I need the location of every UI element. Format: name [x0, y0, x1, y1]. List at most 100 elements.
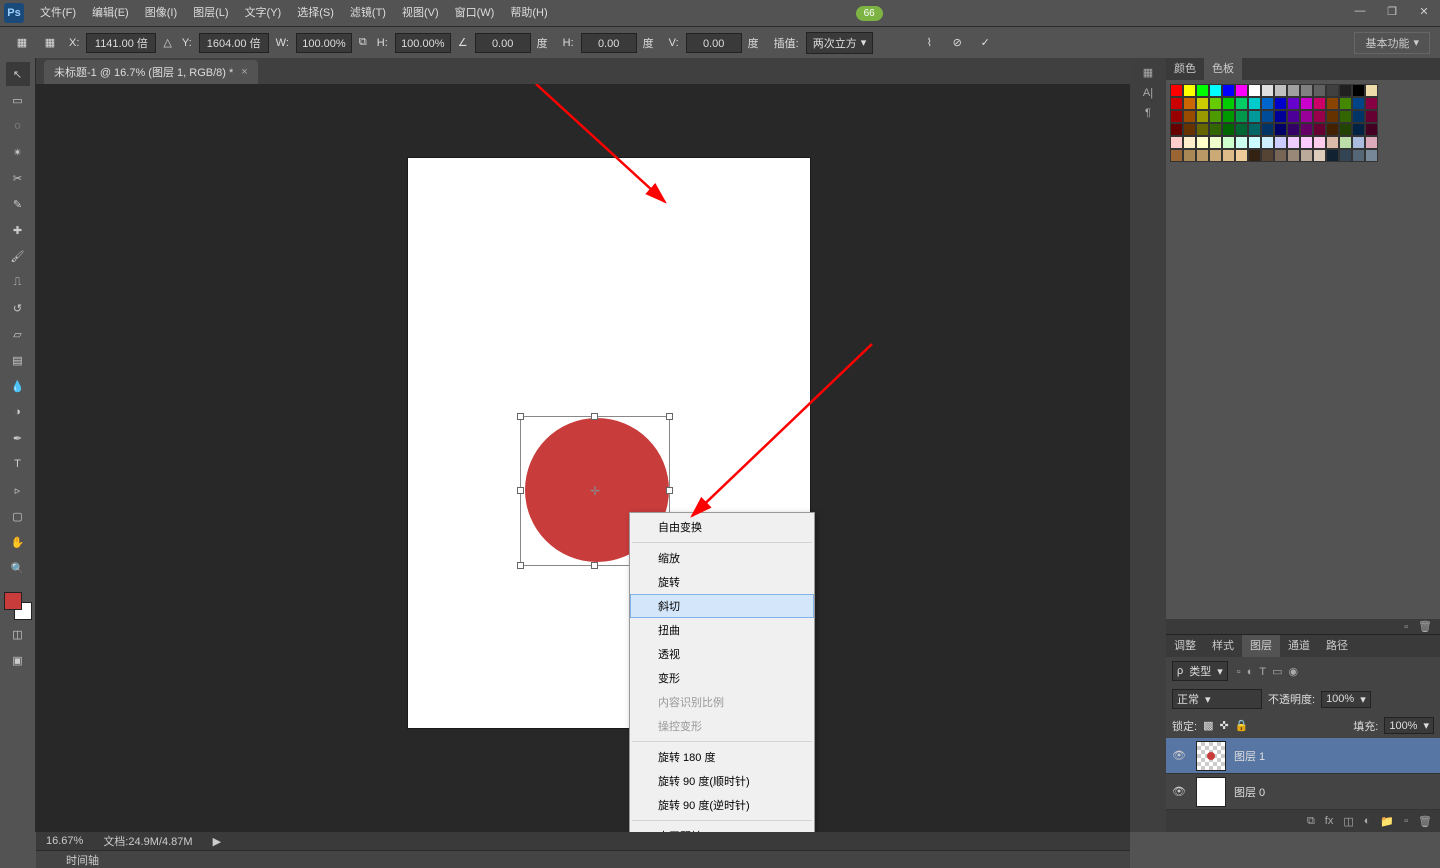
swatch[interactable]: [1274, 84, 1287, 97]
swatch[interactable]: [1365, 149, 1378, 162]
swatch[interactable]: [1209, 110, 1222, 123]
swatch[interactable]: [1326, 84, 1339, 97]
swatch[interactable]: [1222, 84, 1235, 97]
swatch[interactable]: [1274, 123, 1287, 136]
char-panel-icon[interactable]: A|: [1143, 87, 1153, 99]
context-menu-item[interactable]: 自由变换: [630, 515, 814, 539]
move-tool[interactable]: ↖: [6, 62, 30, 86]
visibility-icon[interactable]: 👁: [1172, 749, 1188, 762]
tab-adjustments[interactable]: 调整: [1166, 635, 1204, 657]
context-menu-item[interactable]: 水平翻转: [630, 824, 814, 832]
angle-input[interactable]: 0.00: [475, 33, 531, 53]
swatch[interactable]: [1170, 110, 1183, 123]
menu-help[interactable]: 帮助(H): [502, 0, 555, 26]
doc-size-info[interactable]: 文档:24.9M/4.87M: [103, 833, 192, 849]
crop-tool[interactable]: ✂: [6, 166, 30, 190]
context-menu-item[interactable]: 旋转 90 度(逆时针): [630, 793, 814, 817]
context-menu-item[interactable]: 旋转 90 度(顺时针): [630, 769, 814, 793]
menu-type[interactable]: 文字(Y): [237, 0, 290, 26]
history-panel-icon[interactable]: ▦: [1143, 66, 1153, 79]
swatch[interactable]: [1196, 136, 1209, 149]
swatch[interactable]: [1339, 110, 1352, 123]
layer-row[interactable]: 👁图层 0: [1166, 774, 1440, 810]
swatch[interactable]: [1287, 84, 1300, 97]
type-tool[interactable]: T: [6, 452, 30, 476]
swatch[interactable]: [1261, 123, 1274, 136]
swatch[interactable]: [1248, 97, 1261, 110]
swatch[interactable]: [1222, 110, 1235, 123]
transform-handle-sw[interactable]: [517, 562, 524, 569]
skew-h-input[interactable]: 0.00: [581, 33, 637, 53]
swatch[interactable]: [1170, 149, 1183, 162]
layer-thumbnail[interactable]: [1196, 741, 1226, 771]
h-input[interactable]: 100.00%: [395, 33, 451, 53]
zoom-tool[interactable]: 🔍: [6, 556, 30, 580]
lock-all-icon[interactable]: 🔒: [1235, 719, 1249, 732]
new-swatch-icon[interactable]: ▫: [1404, 621, 1408, 633]
commit-transform-icon[interactable]: ✓: [973, 31, 997, 55]
transform-handle-e[interactable]: [666, 487, 673, 494]
swatch[interactable]: [1287, 123, 1300, 136]
swatch[interactable]: [1235, 136, 1248, 149]
swatch[interactable]: [1274, 149, 1287, 162]
swatch[interactable]: [1235, 149, 1248, 162]
layer-thumbnail[interactable]: [1196, 777, 1226, 807]
swatch[interactable]: [1326, 149, 1339, 162]
swatch[interactable]: [1300, 123, 1313, 136]
context-menu-item[interactable]: 透视: [630, 642, 814, 666]
swatch[interactable]: [1339, 149, 1352, 162]
swatch[interactable]: [1339, 123, 1352, 136]
swatch[interactable]: [1352, 123, 1365, 136]
magic-wand-tool[interactable]: ✴: [6, 140, 30, 164]
swatch[interactable]: [1261, 84, 1274, 97]
swatch[interactable]: [1326, 110, 1339, 123]
lock-position-icon[interactable]: ✜: [1219, 719, 1228, 732]
swatch[interactable]: [1365, 123, 1378, 136]
menu-filter[interactable]: 滤镜(T): [342, 0, 394, 26]
context-menu-item[interactable]: 旋转: [630, 570, 814, 594]
swatch[interactable]: [1209, 149, 1222, 162]
transform-handle-w[interactable]: [517, 487, 524, 494]
swatch[interactable]: [1183, 84, 1196, 97]
swatch[interactable]: [1313, 136, 1326, 149]
y-input[interactable]: 1604.00 倍: [199, 33, 269, 53]
timeline-panel-label[interactable]: 时间轴: [66, 852, 99, 868]
swatch[interactable]: [1352, 136, 1365, 149]
interpolation-select[interactable]: 两次立方▾: [806, 32, 874, 54]
swatch[interactable]: [1326, 136, 1339, 149]
swatch[interactable]: [1365, 97, 1378, 110]
swatch[interactable]: [1196, 110, 1209, 123]
swatch[interactable]: [1365, 84, 1378, 97]
swatch[interactable]: [1313, 97, 1326, 110]
swatch[interactable]: [1248, 110, 1261, 123]
reference-point-icon[interactable]: ▦: [38, 31, 62, 55]
adjustment-layer-icon[interactable]: ◐: [1364, 815, 1371, 827]
swatch[interactable]: [1287, 149, 1300, 162]
swatch[interactable]: [1339, 97, 1352, 110]
mask-icon[interactable]: ◫: [1343, 815, 1353, 828]
swatch[interactable]: [1352, 84, 1365, 97]
layer-name[interactable]: 图层 1: [1234, 748, 1265, 764]
swatch[interactable]: [1339, 84, 1352, 97]
screen-mode-tool[interactable]: ▣: [6, 648, 30, 672]
visibility-icon[interactable]: 👁: [1172, 785, 1188, 798]
swatch[interactable]: [1313, 110, 1326, 123]
transform-tool-icon[interactable]: ▦: [10, 31, 34, 55]
warp-mode-icon[interactable]: ⌇: [917, 31, 941, 55]
blend-mode-select[interactable]: 正常 ▾: [1172, 689, 1262, 709]
swatch[interactable]: [1183, 110, 1196, 123]
swatch[interactable]: [1365, 110, 1378, 123]
swatch[interactable]: [1352, 149, 1365, 162]
swatch[interactable]: [1222, 149, 1235, 162]
swatch[interactable]: [1313, 84, 1326, 97]
foreground-color[interactable]: [4, 592, 22, 610]
menu-view[interactable]: 视图(V): [394, 0, 447, 26]
fx-icon[interactable]: fx: [1325, 815, 1334, 827]
transform-center[interactable]: ✛: [590, 486, 600, 496]
swatch[interactable]: [1235, 123, 1248, 136]
swatch[interactable]: [1287, 97, 1300, 110]
maximize-button[interactable]: ❐: [1376, 0, 1408, 22]
swatch[interactable]: [1235, 110, 1248, 123]
swatch[interactable]: [1248, 136, 1261, 149]
swatch[interactable]: [1170, 97, 1183, 110]
